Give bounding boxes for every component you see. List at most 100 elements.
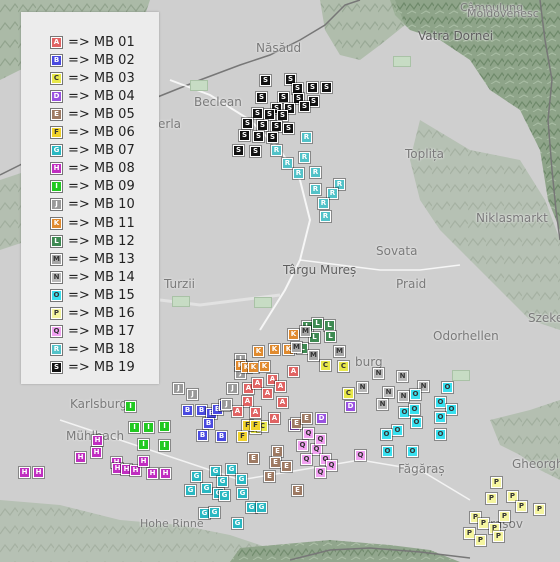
map-marker[interactable]: Q bbox=[301, 454, 312, 465]
map-marker[interactable]: C bbox=[338, 361, 349, 372]
map-marker[interactable]: A bbox=[242, 396, 253, 407]
map-marker[interactable]: F bbox=[250, 420, 261, 431]
map-marker[interactable]: H bbox=[92, 435, 103, 446]
map-marker[interactable]: N bbox=[373, 368, 384, 379]
map-marker[interactable]: S bbox=[271, 121, 282, 132]
map-marker[interactable]: K bbox=[248, 362, 259, 373]
map-marker[interactable]: R bbox=[282, 158, 293, 169]
map-marker[interactable]: S bbox=[307, 82, 318, 93]
map-marker[interactable]: H bbox=[138, 456, 149, 467]
map-marker[interactable]: P bbox=[491, 477, 502, 488]
map-marker[interactable]: C bbox=[343, 388, 354, 399]
map-marker[interactable]: G bbox=[237, 488, 248, 499]
map-marker[interactable]: O bbox=[410, 389, 421, 400]
map-marker[interactable]: P bbox=[464, 528, 475, 539]
map-marker[interactable]: E bbox=[270, 457, 281, 468]
map-marker[interactable]: G bbox=[191, 471, 202, 482]
map-marker[interactable]: I bbox=[138, 439, 149, 450]
map-marker[interactable]: O bbox=[381, 429, 392, 440]
map-marker[interactable]: B bbox=[216, 431, 227, 442]
map-marker[interactable]: A bbox=[232, 406, 243, 417]
map-marker[interactable]: O bbox=[407, 446, 418, 457]
map-marker[interactable]: R bbox=[271, 145, 282, 156]
map-marker[interactable]: K bbox=[253, 346, 264, 357]
map-marker[interactable]: M bbox=[308, 350, 319, 361]
map-marker[interactable]: S bbox=[250, 146, 261, 157]
map-marker[interactable]: S bbox=[321, 82, 332, 93]
map-marker[interactable]: I bbox=[159, 421, 170, 432]
map-marker[interactable]: H bbox=[91, 447, 102, 458]
map-marker[interactable]: I bbox=[159, 440, 170, 451]
map-marker[interactable]: S bbox=[278, 92, 289, 103]
map-marker[interactable]: O bbox=[382, 446, 393, 457]
map-marker[interactable]: H bbox=[33, 467, 44, 478]
map-marker[interactable]: H bbox=[19, 467, 30, 478]
map-marker[interactable]: J bbox=[187, 389, 198, 400]
map-marker[interactable]: N bbox=[357, 382, 368, 393]
map-marker[interactable]: B bbox=[182, 405, 193, 416]
map-marker[interactable]: O bbox=[435, 429, 446, 440]
map-marker[interactable]: A bbox=[275, 381, 286, 392]
map-marker[interactable]: H bbox=[75, 452, 86, 463]
map-marker[interactable]: E bbox=[292, 485, 303, 496]
map-marker[interactable]: O bbox=[392, 425, 403, 436]
map-marker[interactable]: G bbox=[217, 476, 228, 487]
map-marker[interactable]: G bbox=[256, 502, 267, 513]
map-marker[interactable]: O bbox=[442, 382, 453, 393]
map-marker[interactable]: N bbox=[377, 399, 388, 410]
map-marker[interactable]: R bbox=[320, 211, 331, 222]
map-marker[interactable]: D bbox=[345, 401, 356, 412]
map-marker[interactable]: Q bbox=[315, 434, 326, 445]
map-marker[interactable]: R bbox=[299, 152, 310, 163]
map-marker[interactable]: B bbox=[197, 430, 208, 441]
map-marker[interactable]: O bbox=[435, 412, 446, 423]
map-marker[interactable]: N bbox=[397, 371, 408, 382]
map-marker[interactable]: S bbox=[253, 131, 264, 142]
map-marker[interactable]: Q bbox=[315, 467, 326, 478]
map-marker[interactable]: S bbox=[264, 109, 275, 120]
map-marker[interactable]: R bbox=[301, 132, 312, 143]
map-marker[interactable]: A bbox=[250, 407, 261, 418]
map-marker[interactable]: S bbox=[299, 101, 310, 112]
map-marker[interactable]: K bbox=[288, 329, 299, 340]
map-marker[interactable]: R bbox=[318, 198, 329, 209]
map-marker[interactable]: E bbox=[281, 461, 292, 472]
map-marker[interactable]: S bbox=[267, 132, 278, 143]
map-marker[interactable]: S bbox=[256, 92, 267, 103]
map-marker[interactable]: A bbox=[262, 388, 273, 399]
map-marker[interactable]: J bbox=[221, 399, 232, 410]
map-marker[interactable]: O bbox=[446, 404, 457, 415]
map-marker[interactable]: P bbox=[516, 501, 527, 512]
map-marker[interactable]: S bbox=[239, 130, 250, 141]
map-marker[interactable]: E bbox=[301, 413, 312, 424]
map-marker[interactable]: S bbox=[257, 120, 268, 131]
map-marker[interactable]: G bbox=[209, 507, 220, 518]
map-marker[interactable]: S bbox=[277, 110, 288, 121]
map-marker[interactable]: G bbox=[219, 490, 230, 501]
map-marker[interactable]: Q bbox=[355, 450, 366, 461]
map-marker[interactable]: E bbox=[272, 446, 283, 457]
map-marker[interactable]: B bbox=[203, 418, 214, 429]
map-marker[interactable]: J bbox=[173, 383, 184, 394]
map-marker[interactable]: P bbox=[534, 504, 545, 515]
map-marker[interactable]: L bbox=[324, 320, 335, 331]
map-marker[interactable]: S bbox=[242, 118, 253, 129]
map-marker[interactable]: P bbox=[493, 531, 504, 542]
map-marker[interactable]: K bbox=[269, 344, 280, 355]
map-marker[interactable]: O bbox=[435, 397, 446, 408]
map-marker[interactable]: M bbox=[334, 346, 345, 357]
map-marker[interactable]: I bbox=[125, 401, 136, 412]
map-marker[interactable]: P bbox=[499, 511, 510, 522]
map-marker[interactable]: R bbox=[293, 168, 304, 179]
map-marker[interactable]: N bbox=[383, 387, 394, 398]
map-marker[interactable]: A bbox=[288, 366, 299, 377]
map-marker[interactable]: H bbox=[147, 468, 158, 479]
map-marker[interactable]: G bbox=[232, 518, 243, 529]
map-marker[interactable]: D bbox=[316, 413, 327, 424]
map-marker[interactable]: P bbox=[486, 493, 497, 504]
map-marker[interactable]: Q bbox=[303, 428, 314, 439]
map-marker[interactable]: L bbox=[325, 331, 336, 342]
map-marker[interactable]: O bbox=[409, 404, 420, 415]
map-marker[interactable]: Q bbox=[297, 440, 308, 451]
map-marker[interactable]: L bbox=[312, 318, 323, 329]
